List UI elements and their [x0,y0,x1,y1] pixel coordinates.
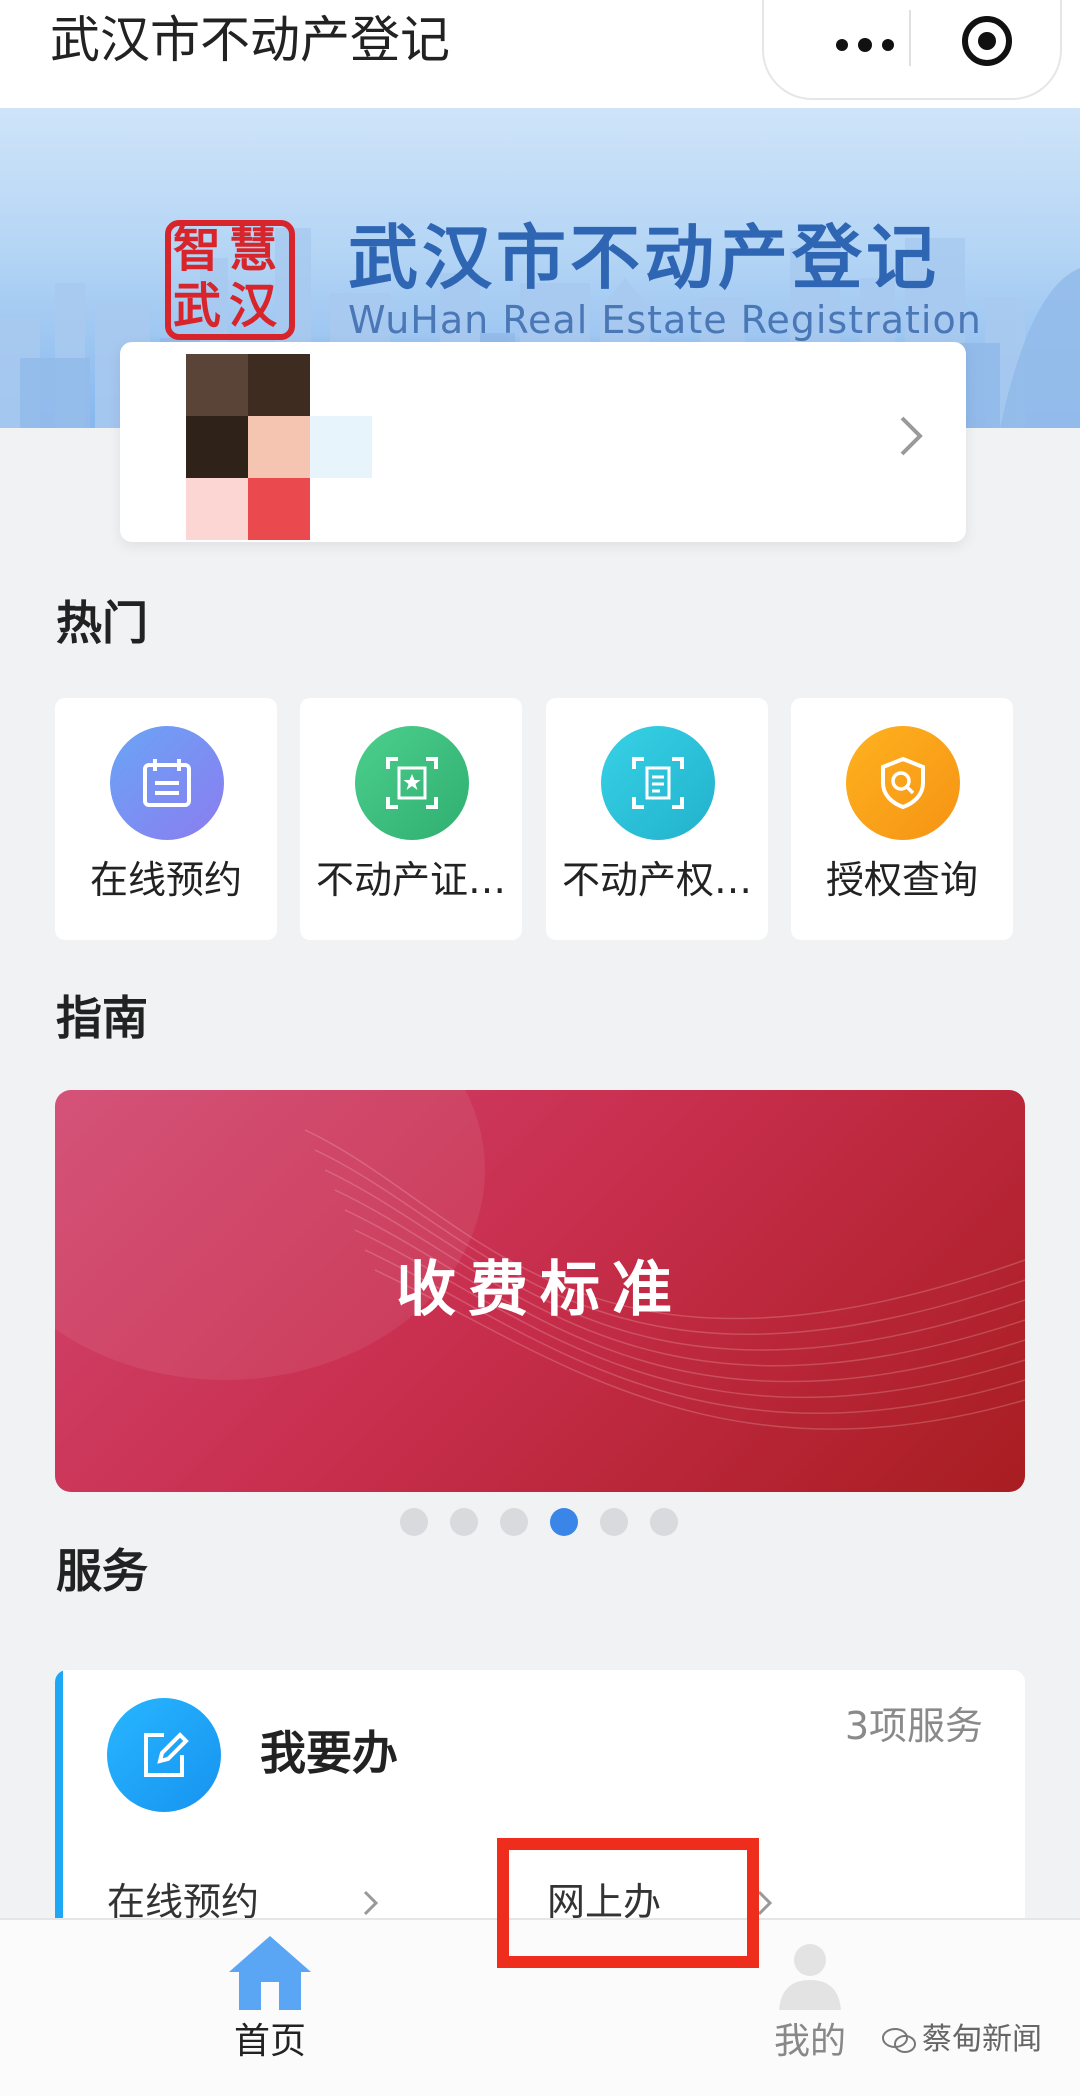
tab-label: 首页 [233,2021,306,2062]
miniprogram-capsule [762,0,1062,100]
wechat-icon [882,2027,916,2053]
hot-item-property-right[interactable]: 不动产权… [546,698,768,940]
edit-icon [144,1732,189,1777]
service-count: 3项服务 [844,1704,983,1748]
guide-banner-text: 收费标准 [396,1255,684,1325]
shield-search-icon [881,756,925,810]
chevron-right-icon [363,1890,379,1916]
user-profile-card[interactable] [120,342,966,542]
red-highlight-box [497,1838,759,1968]
certificate-scan-icon [386,757,438,809]
hot-item-authorization-query[interactable]: 授权查询 [791,698,1013,940]
banner-title: 武汉市不动产登记 [348,217,940,299]
tab-home[interactable]: 首页 [170,1920,370,2096]
home-icon [229,1936,311,2010]
service-card-title: 我要办 [260,1726,398,1780]
guide-carousel-slide[interactable]: 收费标准 [55,1090,1025,1492]
section-title-guide: 指南 [56,991,148,1045]
hot-item-property-certificate[interactable]: 不动产证… [300,698,522,940]
section-title-service: 服务 [56,1544,148,1598]
hot-item-label: 授权查询 [825,858,978,902]
more-menu-icon[interactable] [834,35,904,59]
chevron-right-icon[interactable] [896,406,928,466]
close-miniprogram-icon[interactable] [960,14,1014,68]
section-title-hot: 热门 [56,596,148,650]
smart-wuhan-seal-logo: 智 慧 武 汉 [165,220,295,340]
hot-item-online-appointment[interactable]: 在线预约 [55,698,277,940]
title-bar: 武汉市不动产登记 [0,0,1080,108]
carousel-indicator [400,1508,700,1536]
watermark: 蔡甸新闻 [882,2020,1042,2060]
banner-subtitle: WuHan Real Estate Registration [348,298,982,342]
person-icon [779,1944,841,2010]
avatar [186,354,438,540]
tab-label: 我的 [773,2021,846,2062]
calendar-icon [143,759,191,807]
hot-item-label: 不动产权… [561,858,752,902]
page-title: 武汉市不动产登记 [50,11,450,69]
hot-item-label: 不动产证… [315,858,506,902]
capsule-divider [909,10,911,66]
hot-item-label: 在线预约 [89,858,242,902]
document-scan-icon [632,757,684,809]
